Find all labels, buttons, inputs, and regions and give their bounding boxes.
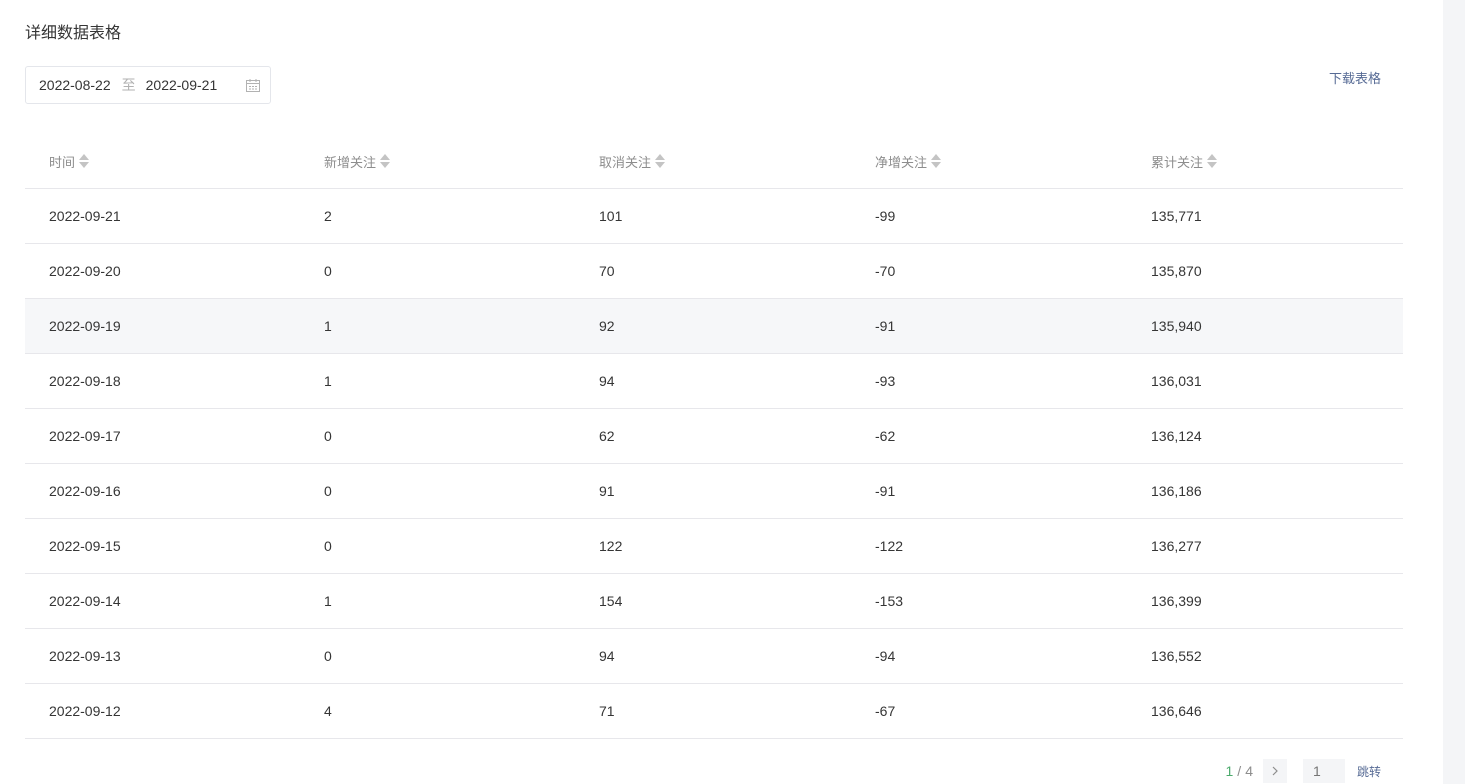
main-panel: 详细数据表格 2022-08-22 至 2022-09-21 下载表格 时间 新… [0, 0, 1443, 784]
column-header-new-follows[interactable]: 新增关注 [300, 152, 575, 171]
cell-new-follows: 1 [324, 318, 332, 334]
table-row: 2022-09-16 0 91 -91 136,186 [25, 464, 1403, 519]
cell-total-follows: 135,870 [1151, 263, 1202, 279]
table-row: 2022-09-18 1 94 -93 136,031 [25, 354, 1403, 409]
cell-new-follows: 0 [324, 263, 332, 279]
table-row: 2022-09-15 0 122 -122 136,277 [25, 519, 1403, 574]
data-table: 时间 新增关注 取消关注 净增关注 累计关注 2022-09-21 2 101 -99… [25, 134, 1403, 739]
table-row: 2022-09-21 2 101 -99 135,771 [25, 189, 1403, 244]
cell-unfollows: 154 [599, 593, 623, 609]
cell-unfollows: 91 [599, 483, 615, 499]
sort-icon[interactable] [1207, 154, 1218, 168]
cell-total-follows: 135,771 [1151, 208, 1202, 224]
cell-time: 2022-09-14 [49, 593, 121, 609]
cell-time: 2022-09-15 [49, 538, 121, 554]
cell-new-follows: 0 [324, 648, 332, 664]
cell-time: 2022-09-20 [49, 263, 121, 279]
cell-unfollows: 122 [599, 538, 623, 554]
cell-time: 2022-09-16 [49, 483, 121, 499]
sort-icon[interactable] [380, 154, 391, 168]
table-row: 2022-09-13 0 94 -94 136,552 [25, 629, 1403, 684]
column-header-label: 时间 [49, 154, 76, 170]
cell-new-follows: 4 [324, 703, 332, 719]
page-separator: / [1237, 763, 1242, 779]
cell-time: 2022-09-12 [49, 703, 121, 719]
cell-net-follows: -99 [875, 208, 896, 224]
cell-new-follows: 1 [324, 373, 332, 389]
cell-total-follows: 136,277 [1151, 538, 1202, 554]
cell-unfollows: 94 [599, 648, 615, 664]
table-header: 时间 新增关注 取消关注 净增关注 累计关注 [25, 134, 1403, 189]
column-header-label: 新增关注 [324, 154, 377, 170]
cell-unfollows: 101 [599, 208, 623, 224]
column-header-unfollows[interactable]: 取消关注 [575, 152, 851, 171]
total-pages: 4 [1245, 763, 1253, 779]
cell-time: 2022-09-18 [49, 373, 121, 389]
cell-new-follows: 1 [324, 593, 332, 609]
table-row: 2022-09-20 0 70 -70 135,870 [25, 244, 1403, 299]
cell-time: 2022-09-17 [49, 428, 121, 444]
date-range-picker[interactable]: 2022-08-22 至 2022-09-21 [25, 66, 271, 104]
column-header-total-follows[interactable]: 累计关注 [1127, 152, 1403, 171]
table-body: 2022-09-21 2 101 -99 135,771 2022-09-20 0 70 -70… [25, 189, 1403, 739]
sort-icon[interactable] [655, 154, 666, 168]
cell-time: 2022-09-21 [49, 208, 121, 224]
column-header-net-follows[interactable]: 净增关注 [851, 152, 1127, 171]
next-page-button[interactable] [1262, 759, 1287, 783]
cell-net-follows: -67 [875, 703, 896, 719]
cell-new-follows: 2 [324, 208, 332, 224]
cell-total-follows: 136,124 [1151, 428, 1202, 444]
section-title: 详细数据表格 [25, 25, 122, 42]
table-row: 2022-09-12 4 71 -67 136,646 [25, 684, 1403, 739]
cell-net-follows: -94 [875, 648, 896, 664]
date-separator: 至 [121, 77, 136, 93]
cell-unfollows: 71 [599, 703, 615, 719]
table-row: 2022-09-14 1 154 -153 136,399 [25, 574, 1403, 629]
sort-icon[interactable] [931, 154, 942, 168]
download-table-link[interactable]: 下载表格 [1329, 68, 1381, 87]
cell-unfollows: 94 [599, 373, 615, 389]
cell-net-follows: -91 [875, 318, 896, 334]
column-header-label: 净增关注 [875, 154, 928, 170]
cell-unfollows: 62 [599, 428, 615, 444]
cell-total-follows: 136,031 [1151, 373, 1202, 389]
cell-net-follows: -70 [875, 263, 896, 279]
cell-net-follows: -122 [875, 538, 904, 554]
pagination: 1 / 4 跳转 [1225, 759, 1381, 783]
cell-time: 2022-09-13 [49, 648, 121, 664]
cell-new-follows: 0 [324, 538, 332, 554]
column-header-label: 取消关注 [599, 154, 652, 170]
page-jump-input[interactable] [1302, 759, 1345, 783]
table-row: 2022-09-19 1 92 -91 135,940 [25, 299, 1403, 354]
cell-unfollows: 70 [599, 263, 615, 279]
cell-total-follows: 135,940 [1151, 318, 1202, 334]
jump-button[interactable]: 跳转 [1357, 763, 1381, 780]
cell-net-follows: -62 [875, 428, 896, 444]
column-header-label: 累计关注 [1151, 154, 1204, 170]
cell-total-follows: 136,186 [1151, 483, 1202, 499]
cell-new-follows: 0 [324, 428, 332, 444]
column-header-time[interactable]: 时间 [25, 152, 300, 171]
calendar-icon[interactable] [246, 79, 260, 92]
cell-new-follows: 0 [324, 483, 332, 499]
cell-time: 2022-09-19 [49, 318, 121, 334]
cell-total-follows: 136,552 [1151, 648, 1202, 664]
cell-total-follows: 136,399 [1151, 593, 1202, 609]
chevron-right-icon [1272, 766, 1278, 776]
cell-net-follows: -93 [875, 373, 896, 389]
cell-net-follows: -153 [875, 593, 904, 609]
cell-total-follows: 136,646 [1151, 703, 1202, 719]
sort-icon[interactable] [79, 154, 90, 168]
table-row: 2022-09-17 0 62 -62 136,124 [25, 409, 1403, 464]
current-page: 1 [1225, 763, 1234, 779]
end-date[interactable]: 2022-09-21 [146, 77, 218, 93]
scrollbar-track[interactable] [1443, 0, 1465, 784]
cell-net-follows: -91 [875, 483, 896, 499]
start-date[interactable]: 2022-08-22 [39, 77, 111, 93]
cell-unfollows: 92 [599, 318, 615, 334]
